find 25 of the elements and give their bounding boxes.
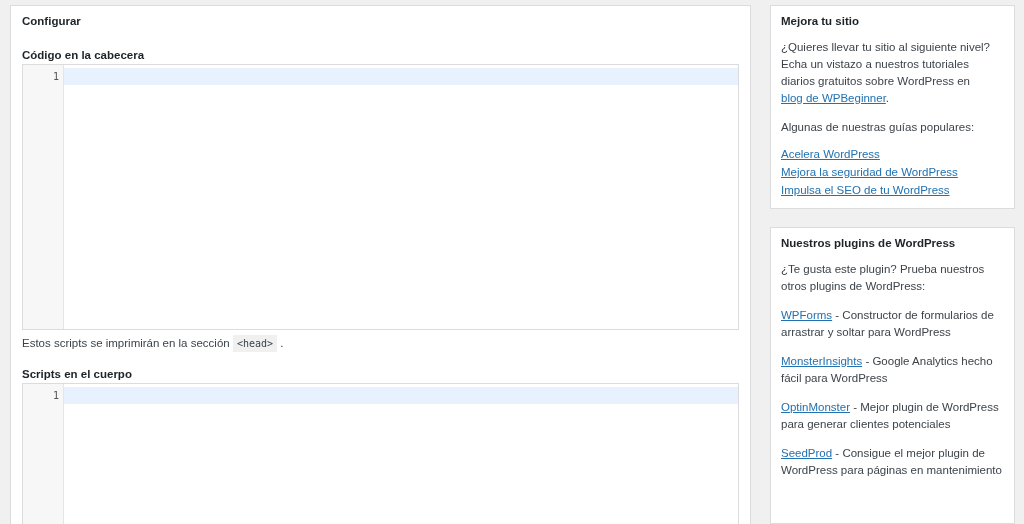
plugin-link[interactable]: WPForms [781,309,833,321]
blog-link[interactable]: blog de WPBeginner [781,92,886,104]
plugin-link[interactable]: MonsterInsights [781,355,863,367]
subtitle-text: Algunas de nuestras guías populares: [781,120,976,135]
plugin-description: MonsterInsights - Google Analytics hecho fácil para WordPress [781,354,994,386]
field-label: Código en la cabecera [22,49,146,61]
card-title: Nuestros plugins de WordPress [781,237,957,249]
plugin-description: SeedProd - Consigue el mejor plugin de WordPress para páginas en mantenimiento [781,446,1003,478]
field-label: Scripts en el cuerpo [22,368,133,380]
help-text: Estos scripts se imprimirán en la sección <head> . [22,333,739,354]
intro-text: ¿Te gusta este plugin? Prueba nuestros otros plugins de WordPress: [781,262,986,294]
plugin-description: WPForms - Constructor de formularios de arrastrar y soltar para WordPress [781,308,995,340]
plugin-link[interactable]: SeedProd [781,447,833,459]
guide-link[interactable]: Impulsa el SEO de tu WordPress [781,184,950,196]
guide-link[interactable]: Mejora la seguridad de WordPress [781,166,958,178]
line-number: 1 [52,389,60,403]
code-editor[interactable]: 1 [22,383,739,524]
intro-text: ¿Quieres llevar tu sitio al siguiente nivel? Echa un vistazo a nuestros tutoriales diarios gratuitos sobre WordPress en blog de WPBeginner. [781,40,992,106]
guide-link[interactable]: Acelera WordPress [781,148,880,160]
plugin-description: OptinMonster - Mejor plugin de WordPress para generar clientes potenciales [781,400,1000,432]
line-number: 1 [52,70,60,84]
card-title: Mejora tu sitio [781,15,860,27]
code-editor[interactable]: 1 [22,64,739,330]
plugin-link[interactable]: OptinMonster [781,401,851,413]
panel-title: Configurar [22,15,82,27]
